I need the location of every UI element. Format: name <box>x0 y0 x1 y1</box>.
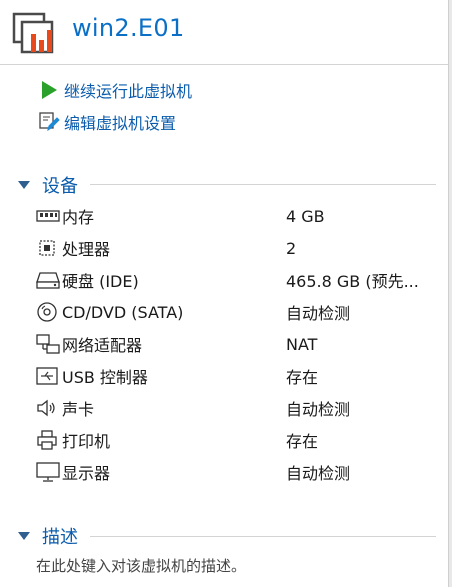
description-section-rule <box>90 536 436 537</box>
device-name: USB 控制器 <box>62 368 148 387</box>
device-value: 存在 <box>286 432 319 451</box>
description-section-title: 描述 <box>42 527 78 548</box>
device-value: 自动检测 <box>286 304 351 323</box>
device-name: CD/DVD (SATA) <box>62 302 184 322</box>
device-row-display[interactable]: 显示器 自动检测 <box>36 457 436 487</box>
display-icon <box>36 461 62 483</box>
vm-title: win2.E01 <box>72 14 185 42</box>
device-value: 465.8 GB (预先... <box>286 272 419 291</box>
devices-section-header[interactable]: 设备 <box>14 172 78 198</box>
device-row-hard-disk[interactable]: 硬盘 (IDE) 465.8 GB (预先... <box>36 265 436 295</box>
device-row-sound-card[interactable]: 声卡 自动检测 <box>36 393 436 423</box>
collapse-caret-icon[interactable] <box>14 526 34 546</box>
edit-settings-icon <box>38 111 60 133</box>
device-name: 处理器 <box>62 240 111 259</box>
speaker-icon <box>36 397 62 419</box>
network-adapter-icon <box>36 333 62 355</box>
device-row-network-adapter[interactable]: 网络适配器 NAT <box>36 329 436 359</box>
header-divider <box>0 64 452 65</box>
device-value: 存在 <box>286 368 319 387</box>
device-value: 自动检测 <box>286 400 351 419</box>
device-row-cd-dvd[interactable]: CD/DVD (SATA) 自动检测 <box>36 297 436 327</box>
memory-icon <box>36 205 62 227</box>
edit-vm-settings-label: 编辑虚拟机设置 <box>64 114 177 133</box>
device-value: 自动检测 <box>286 464 351 483</box>
device-name: 声卡 <box>62 400 95 419</box>
device-value: NAT <box>286 334 318 354</box>
vm-window-icon <box>12 12 54 54</box>
hard-disk-icon <box>36 269 62 291</box>
device-value: 2 <box>286 238 297 258</box>
power-on-vm-label: 继续运行此虚拟机 <box>64 82 193 101</box>
printer-icon <box>36 429 62 451</box>
device-name: 显示器 <box>62 464 111 483</box>
power-on-vm-link[interactable]: 继续运行此虚拟机 <box>38 78 192 102</box>
devices-section-rule <box>90 184 436 185</box>
devices-section-title: 设备 <box>42 176 78 197</box>
collapse-caret-icon[interactable] <box>14 175 34 195</box>
usb-icon <box>36 365 62 387</box>
device-name: 硬盘 (IDE) <box>62 272 139 291</box>
description-placeholder[interactable]: 在此处键入对该虚拟机的描述。 <box>36 555 246 576</box>
description-section-header[interactable]: 描述 <box>14 523 78 549</box>
device-row-usb[interactable]: USB 控制器 存在 <box>36 361 436 391</box>
device-row-memory[interactable]: 内存 4 GB <box>36 201 436 231</box>
device-value: 4 GB <box>286 206 325 226</box>
cd-dvd-icon <box>36 301 62 323</box>
vm-header: win2.E01 <box>0 0 452 62</box>
device-row-processor[interactable]: 处理器 2 <box>36 233 436 263</box>
device-name: 内存 <box>62 208 95 227</box>
device-row-printer[interactable]: 打印机 存在 <box>36 425 436 455</box>
device-name: 网络适配器 <box>62 336 143 355</box>
device-name: 打印机 <box>62 432 111 451</box>
play-icon <box>38 79 60 101</box>
processor-icon <box>36 237 62 259</box>
edit-vm-settings-link[interactable]: 编辑虚拟机设置 <box>38 110 176 134</box>
panel-edge <box>448 0 452 587</box>
